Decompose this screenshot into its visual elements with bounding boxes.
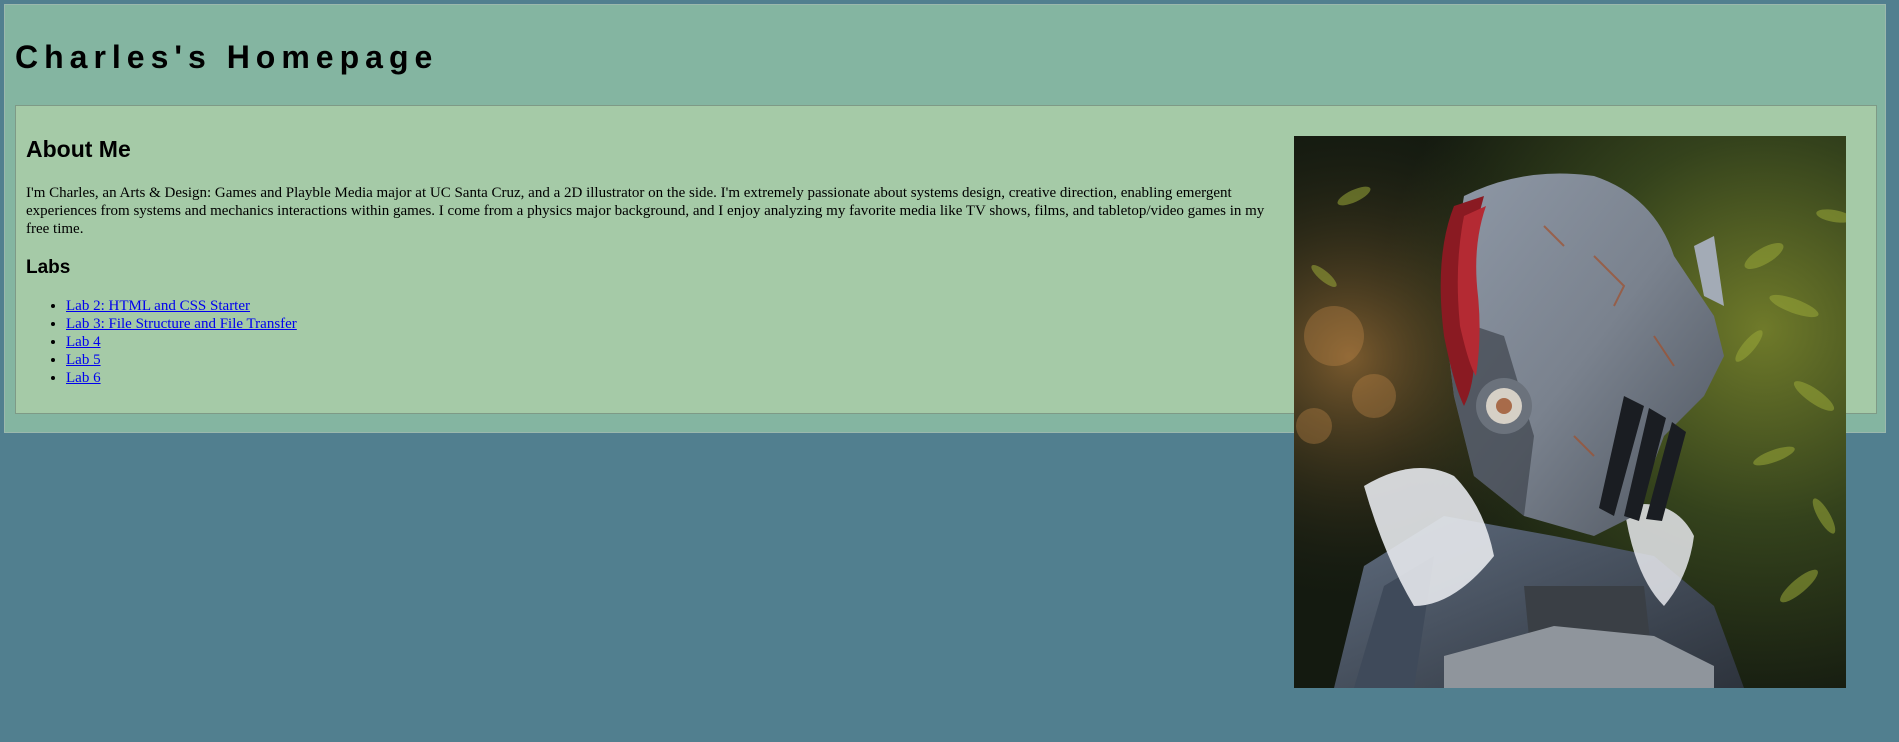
lab-5-link[interactable]: Lab 5 — [66, 352, 101, 368]
list-item: Lab 2: HTML and CSS Starter — [66, 297, 297, 315]
lab-3-link[interactable]: Lab 3: File Structure and File Transfer — [66, 316, 297, 332]
list-item: Lab 4 — [66, 333, 297, 351]
helmet-photo-illustration — [1294, 136, 1846, 688]
list-item: Lab 6 — [66, 369, 297, 387]
lab-2-link[interactable]: Lab 2: HTML and CSS Starter — [66, 298, 250, 314]
about-paragraph: I'm Charles, an Arts & Design: Games and… — [26, 185, 1265, 237]
labs-heading: Labs — [26, 257, 71, 278]
labs-list: Lab 2: HTML and CSS Starter Lab 3: File … — [26, 297, 297, 387]
lab-6-link[interactable]: Lab 6 — [66, 370, 101, 386]
lab-4-link[interactable]: Lab 4 — [66, 334, 101, 350]
list-item: Lab 5 — [66, 351, 297, 369]
list-item: Lab 3: File Structure and File Transfer — [66, 315, 297, 333]
about-heading: About Me — [26, 136, 131, 162]
profile-photo — [1294, 136, 1846, 688]
site-title: Charles's Homepage — [15, 39, 439, 75]
